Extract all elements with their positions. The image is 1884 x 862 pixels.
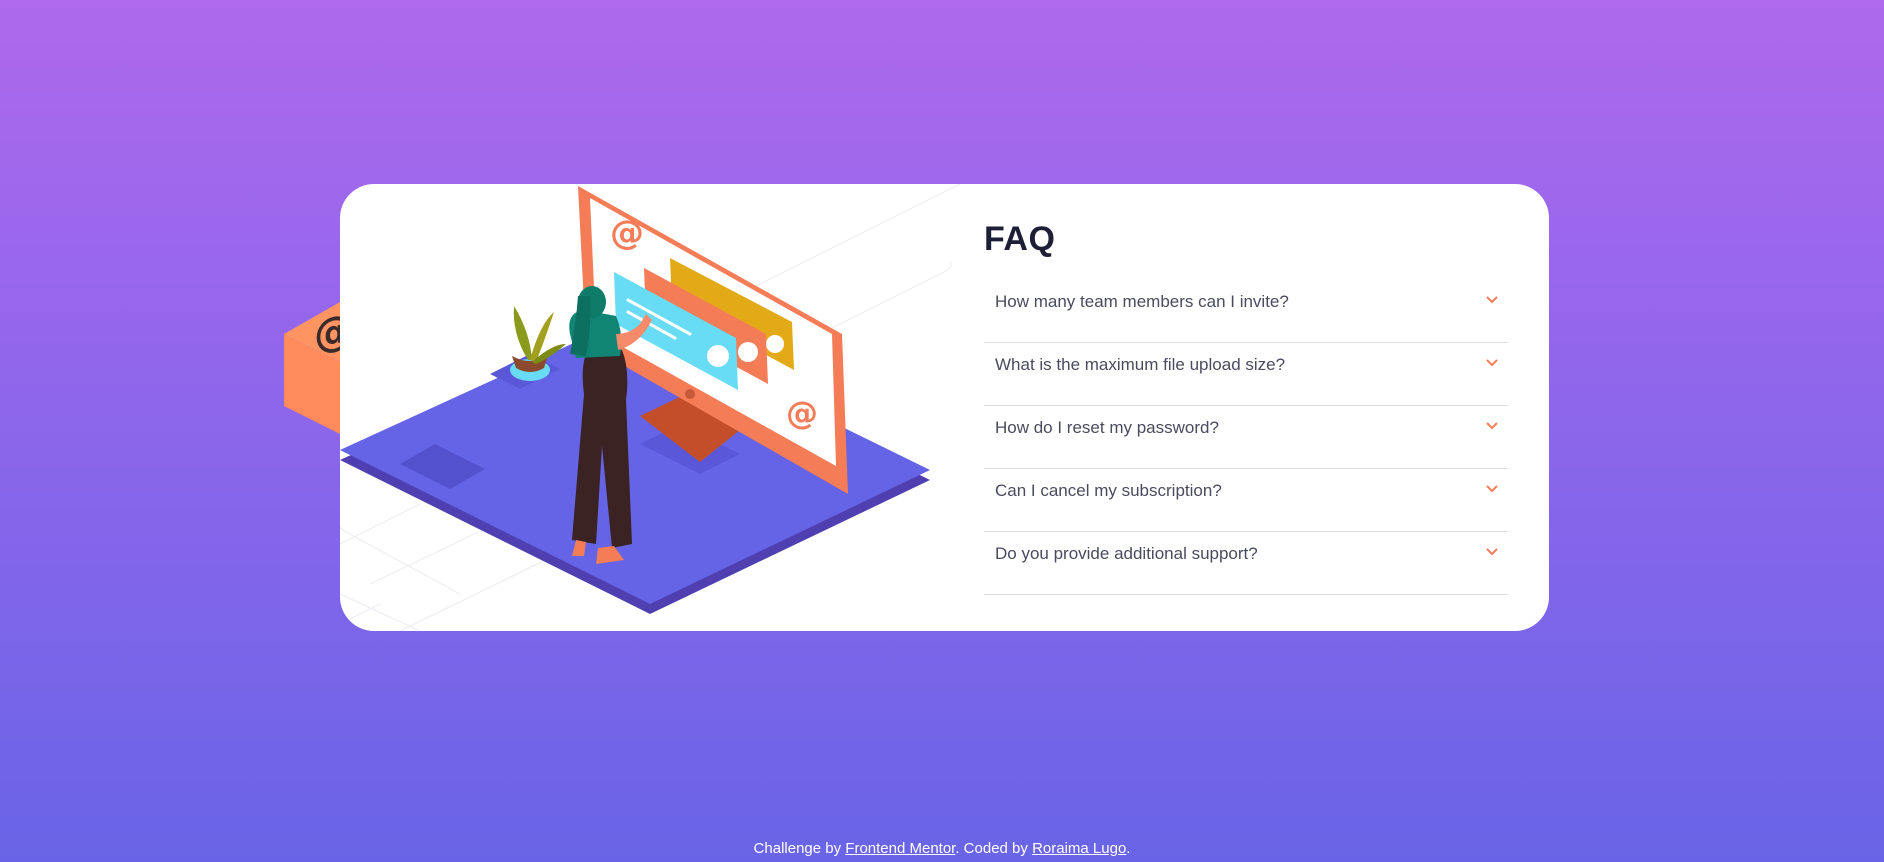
footer-suffix: . bbox=[1126, 840, 1131, 857]
footer-middle: . Coded by bbox=[955, 840, 1028, 857]
faq-item[interactable]: How do I reset my password? bbox=[984, 407, 1508, 469]
chevron-down-icon[interactable] bbox=[1486, 548, 1498, 556]
faq-item[interactable]: Do you provide additional support? bbox=[984, 533, 1508, 595]
chevron-down-icon[interactable] bbox=[1486, 485, 1498, 493]
footer-prefix: Challenge by bbox=[753, 840, 842, 857]
author-link[interactable]: Roraima Lugo bbox=[1032, 840, 1126, 857]
chevron-down-icon[interactable] bbox=[1486, 359, 1498, 367]
faq-question[interactable]: How many team members can I invite? bbox=[995, 292, 1289, 312]
chevron-down-icon[interactable] bbox=[1486, 296, 1498, 304]
faq-question[interactable]: Do you provide additional support? bbox=[995, 544, 1258, 564]
faq-item[interactable]: What is the maximum file upload size? bbox=[984, 344, 1508, 406]
faq-list: How many team members can I invite? What… bbox=[984, 281, 1508, 596]
faq-question[interactable]: How do I reset my password? bbox=[995, 418, 1219, 438]
faq-item[interactable]: Can I cancel my subscription? bbox=[984, 470, 1508, 532]
faq-item[interactable]: How many team members can I invite? bbox=[984, 281, 1508, 343]
woman-online-illustration: @ @ bbox=[340, 184, 960, 631]
frontend-mentor-link[interactable]: Frontend Mentor bbox=[845, 840, 955, 857]
faq-question[interactable]: What is the maximum file upload size? bbox=[995, 355, 1285, 375]
faq-title: FAQ bbox=[984, 220, 1056, 258]
svg-text:@: @ bbox=[610, 213, 644, 253]
attribution-footer: Challenge by Frontend Mentor. Coded by R… bbox=[0, 840, 1884, 857]
chevron-down-icon[interactable] bbox=[1486, 422, 1498, 430]
svg-text:@: @ bbox=[786, 394, 818, 432]
faq-question[interactable]: Can I cancel my subscription? bbox=[995, 481, 1222, 501]
